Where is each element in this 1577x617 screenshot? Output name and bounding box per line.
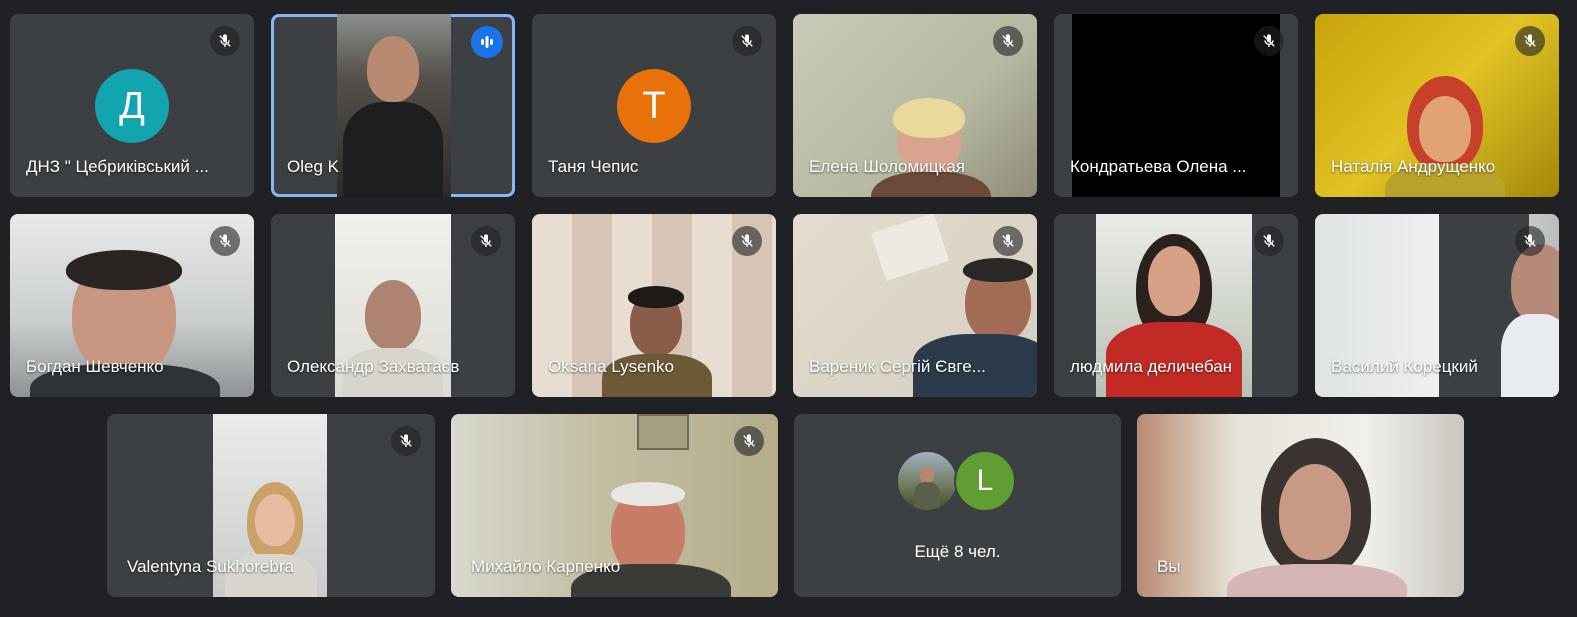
avatar <box>896 450 958 512</box>
mic-off-icon <box>391 426 421 456</box>
more-participants-label: Ещё 8 чел. <box>914 542 1001 561</box>
mic-off-icon <box>732 26 762 56</box>
participant-tile[interactable]: Михайло Карпенко <box>451 414 778 597</box>
participant-tile[interactable]: Кондратьева Олена ... <box>1054 14 1298 197</box>
mic-off-icon <box>1254 226 1284 256</box>
mic-off-icon <box>210 226 240 256</box>
avatar: Д <box>95 69 169 143</box>
participant-name: Oleg K <box>287 157 339 176</box>
participant-tile[interactable]: Oksana Lysenko <box>532 214 776 397</box>
mic-off-icon <box>1515 226 1545 256</box>
participant-tile[interactable]: Oleg K <box>271 14 515 197</box>
mic-off-icon <box>993 26 1023 56</box>
participant-tile[interactable]: Богдан Шевченко <box>10 214 254 397</box>
participant-name: Valentyna Sukhorebra <box>127 557 294 576</box>
participant-name: Олександр Захватаєв <box>287 357 460 376</box>
participant-name: Елена Шоломицкая <box>809 157 965 176</box>
participant-tile[interactable]: Д ДНЗ " Цебриківський ... <box>10 14 254 197</box>
participant-name: Богдан Шевченко <box>26 357 164 376</box>
participant-tile[interactable]: Т Таня Чепис <box>532 14 776 197</box>
more-participants-tile[interactable]: L Ещё 8 чел. <box>794 414 1121 597</box>
participant-tile[interactable]: людмила деличебан <box>1054 214 1298 397</box>
participant-name: людмила деличебан <box>1070 357 1233 376</box>
avatar: Т <box>617 69 691 143</box>
participant-name: Василий Корецкий <box>1331 357 1478 376</box>
audio-level-icon <box>471 26 503 58</box>
self-tile[interactable]: Вы <box>1137 414 1464 597</box>
participant-tile[interactable]: Василий Корецкий <box>1315 214 1559 397</box>
participant-tile[interactable]: Олександр Захватаєв <box>271 214 515 397</box>
participant-tile[interactable]: Наталія Андрущенко <box>1315 14 1559 197</box>
participant-name: ДНЗ " Цебриківський ... <box>26 157 209 176</box>
self-name: Вы <box>1157 557 1181 576</box>
participant-tile[interactable]: Елена Шоломицкая <box>793 14 1037 197</box>
participant-name: Кондратьева Олена ... <box>1070 157 1247 176</box>
mic-off-icon <box>1254 26 1284 56</box>
mic-off-icon <box>1515 26 1545 56</box>
participant-name: Таня Чепис <box>548 157 639 176</box>
mic-off-icon <box>734 426 764 456</box>
avatar: L <box>954 450 1016 512</box>
participant-name: Oksana Lysenko <box>548 357 674 376</box>
participant-tile[interactable]: Вареник Сергій Євге... <box>793 214 1037 397</box>
participant-name: Наталія Андрущенко <box>1331 157 1496 176</box>
mic-off-icon <box>732 226 762 256</box>
participant-name: Вареник Сергій Євге... <box>809 357 986 376</box>
participant-tile[interactable]: Valentyna Sukhorebra <box>107 414 435 597</box>
participant-video <box>337 14 451 197</box>
mic-off-icon <box>993 226 1023 256</box>
participant-name: Михайло Карпенко <box>471 557 621 576</box>
mic-off-icon <box>471 226 501 256</box>
mic-off-icon <box>210 26 240 56</box>
self-video <box>1137 414 1464 597</box>
